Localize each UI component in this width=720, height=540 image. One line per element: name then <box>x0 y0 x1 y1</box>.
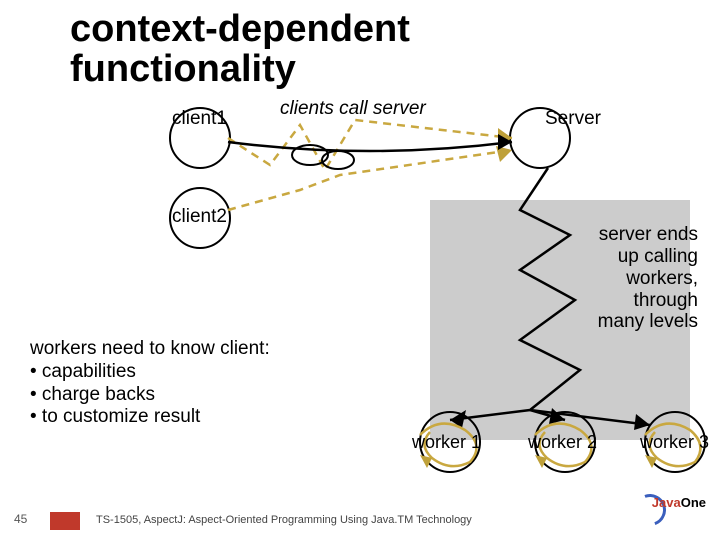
workers-info-b2: • charge backs <box>30 384 155 405</box>
workers-info: workers need to know client: • capabilit… <box>30 338 270 429</box>
server-label: Server <box>545 108 601 130</box>
worker2-label: worker 2 <box>528 432 597 453</box>
callout-l1: server ends <box>599 224 698 245</box>
workers-info-b1: • capabilities <box>30 361 136 382</box>
slide-number: 45 <box>14 512 27 526</box>
footer-text: TS-1505, AspectJ: Aspect-Oriented Progra… <box>96 514 472 526</box>
footer-red-bar <box>50 512 80 530</box>
clients-call-server-line <box>228 142 512 151</box>
workers-info-heading: workers need to know client: <box>30 338 270 359</box>
callout-l2: up calling <box>618 246 698 267</box>
client2-label: client2 <box>172 206 227 228</box>
javaone-logo: JavaOne <box>630 492 708 532</box>
callout-l3: workers, <box>626 268 698 289</box>
logo-one: One <box>681 495 706 510</box>
client1-to-server-dashed <box>228 120 512 170</box>
callout-l4: through <box>634 290 698 311</box>
callout-l5: many levels <box>598 311 698 332</box>
client1-label: client1 <box>172 108 227 130</box>
logo-java: Java <box>652 495 681 510</box>
slide: context-dependent functionality <box>0 0 720 540</box>
server-callout: server ends up calling workers, through … <box>518 224 698 333</box>
worker1-label: worker 1 <box>412 432 481 453</box>
clients-call-server-label: clients call server <box>280 98 426 120</box>
workers-info-b3: • to customize result <box>30 406 200 427</box>
worker3-label: worker 3 <box>640 432 709 453</box>
logo-text: JavaOne <box>652 496 706 509</box>
